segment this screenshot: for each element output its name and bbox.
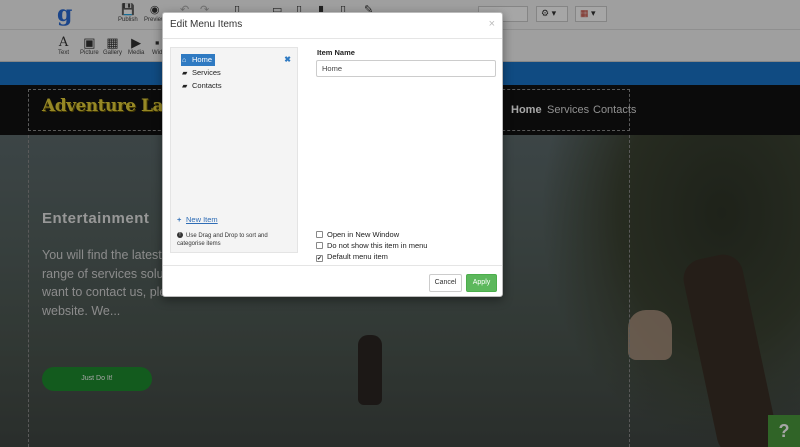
- default-menu-item-checkbox[interactable]: ✔: [316, 255, 323, 262]
- menu-tree-item-contacts[interactable]: ▰ Contacts: [181, 80, 225, 92]
- hide-in-menu-checkbox[interactable]: [316, 242, 323, 249]
- menu-tree-item-services[interactable]: ▰ Services: [181, 67, 224, 79]
- close-icon[interactable]: ×: [489, 18, 495, 30]
- folder-icon: ▰: [182, 70, 188, 77]
- dialog-title: Edit Menu Items: [170, 19, 243, 30]
- item-name-input[interactable]: [316, 60, 496, 77]
- menu-tree-panel: ⌂ Home ✖ ▰ Services ▰ Contacts + New Item ! U…: [170, 47, 298, 253]
- delete-item-icon[interactable]: ✖: [284, 55, 291, 64]
- dialog-footer-divider: [163, 265, 502, 266]
- open-new-window-checkbox[interactable]: [316, 231, 323, 238]
- plus-icon: +: [177, 215, 182, 224]
- cancel-button[interactable]: Cancel: [429, 274, 462, 292]
- edit-menu-items-dialog: Edit Menu Items × ⌂ Home ✖ ▰ Services ▰ Con…: [162, 12, 503, 297]
- folder-icon: ▰: [182, 83, 188, 90]
- info-icon: !: [177, 232, 183, 238]
- hide-in-menu-option[interactable]: Do not show this item in menu: [316, 241, 427, 251]
- home-icon: ⌂: [182, 57, 187, 64]
- apply-button[interactable]: Apply: [466, 274, 497, 292]
- dialog-header: Edit Menu Items ×: [163, 13, 502, 39]
- menu-tree-item-home[interactable]: ⌂ Home: [181, 54, 216, 66]
- open-new-window-option[interactable]: Open in New Window: [316, 230, 399, 240]
- item-name-label: Item Name: [317, 48, 355, 57]
- drag-drop-hint: ! Use Drag and Drop to sort and categoris…: [177, 232, 268, 247]
- new-item-link[interactable]: + New Item: [177, 215, 218, 224]
- default-menu-item-option[interactable]: ✔ Default menu item: [316, 252, 388, 262]
